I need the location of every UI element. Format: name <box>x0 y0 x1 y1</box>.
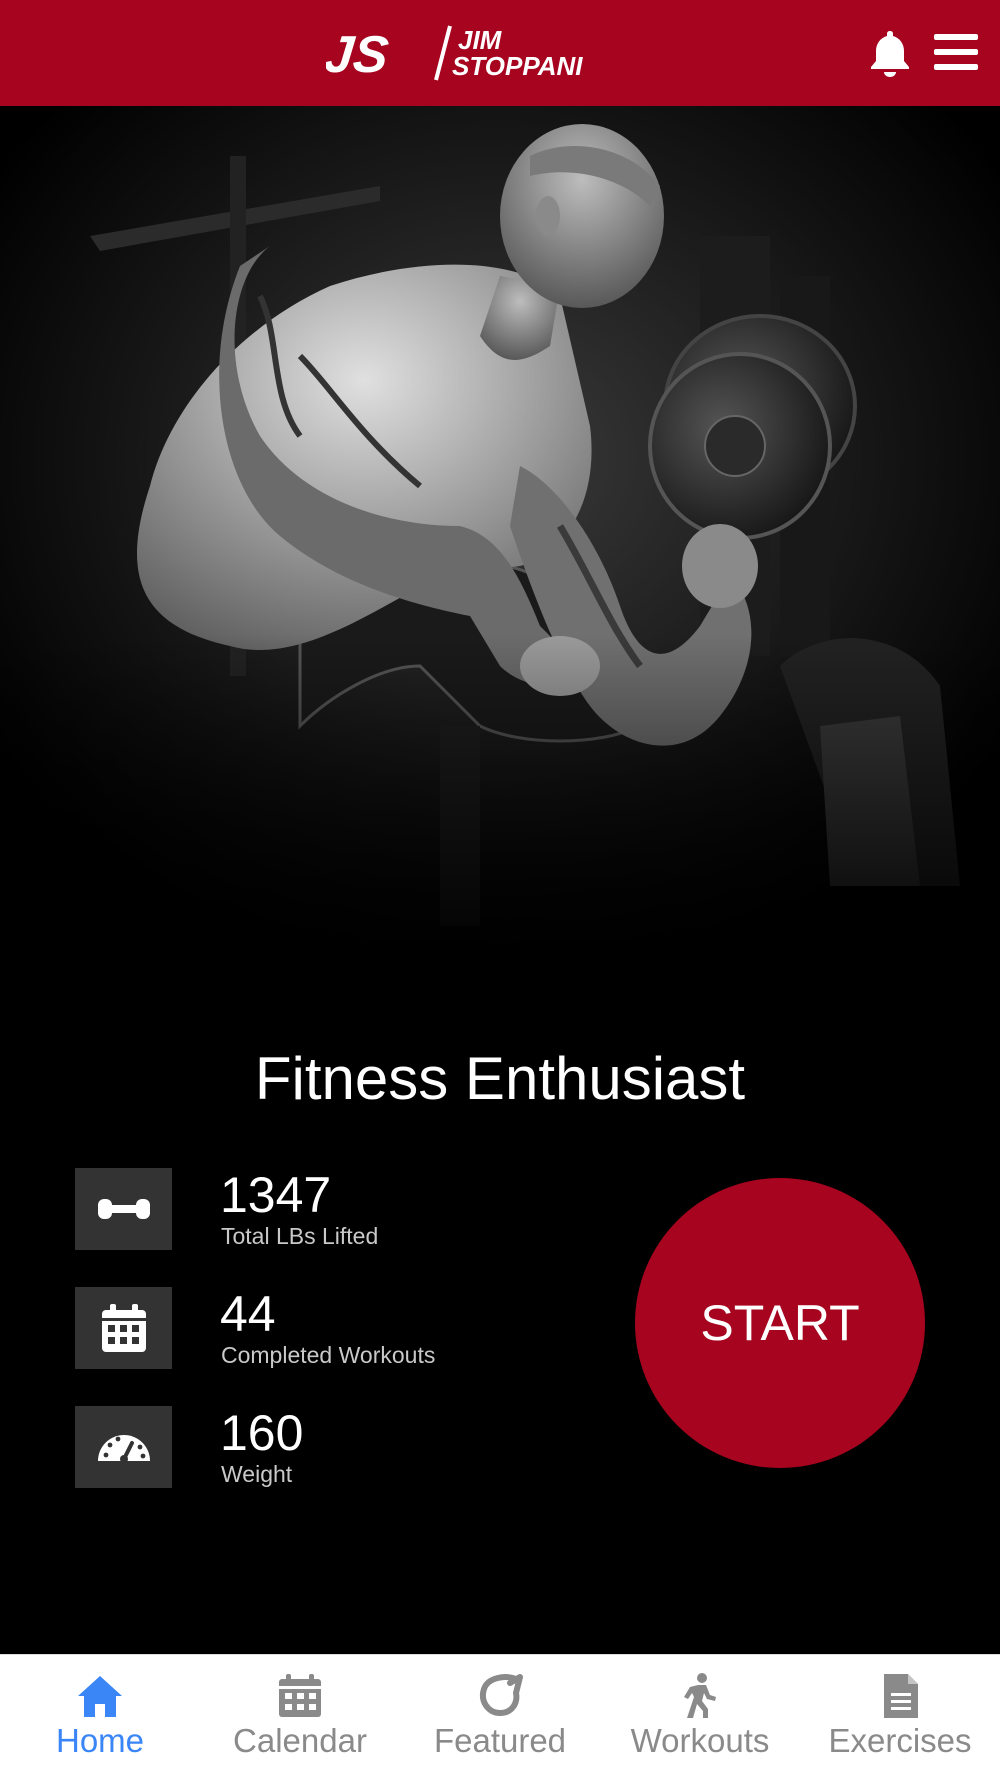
speedometer-icon <box>98 1435 150 1463</box>
nav-label: Home <box>55 1722 145 1759</box>
featured-icon <box>480 1674 523 1716</box>
stat-label: Total LBs Lifted <box>221 1223 379 1249</box>
calendar-icon <box>279 1674 321 1717</box>
stat-label: Weight <box>221 1461 293 1487</box>
start-workout-button[interactable]: START <box>635 1178 925 1468</box>
menu-bar <box>934 64 978 70</box>
dumbbell-icon <box>98 1199 150 1219</box>
menu-bar <box>934 49 978 55</box>
app-header: JS JIM STOPPANI <box>0 0 1000 106</box>
nav-item-featured[interactable]: Featured <box>400 1655 600 1778</box>
stat-value: 160 <box>220 1405 304 1461</box>
jim-stoppani-logo[interactable]: JS JIM STOPPANI <box>326 22 676 84</box>
nav-item-home[interactable]: Home <box>0 1655 200 1778</box>
nav-label: Featured <box>433 1722 567 1759</box>
stat-value: 44 <box>220 1286 276 1342</box>
stat-total-lbs: 1347 Total LBs Lifted <box>75 1168 555 1252</box>
nav-label: Exercises <box>828 1722 972 1759</box>
stat-value: 1347 <box>220 1167 332 1223</box>
stat-completed-workouts: 44 Completed Workouts <box>75 1287 555 1371</box>
hamburger-menu-icon[interactable] <box>934 34 978 74</box>
stat-icon-box <box>75 1287 172 1369</box>
bottom-nav: Home Calendar Featured Workouts Exercise… <box>0 1654 1000 1778</box>
stat-label: Completed Workouts <box>221 1342 436 1368</box>
menu-bar <box>934 34 978 40</box>
calendar-icon <box>102 1304 146 1352</box>
stat-weight: 160 Weight <box>75 1406 555 1490</box>
nav-item-calendar[interactable]: Calendar <box>200 1655 400 1778</box>
bell-icon[interactable] <box>866 28 914 78</box>
walking-icon <box>684 1673 716 1718</box>
home-icon <box>78 1676 122 1717</box>
stat-icon-box <box>75 1168 172 1250</box>
document-icon <box>884 1674 918 1718</box>
stat-icon-box <box>75 1406 172 1488</box>
app-screen: JS JIM STOPPANI Fitness Enthusiast 1347 … <box>0 0 1000 1778</box>
logo-initials: JS <box>326 26 391 84</box>
nav-label: Calendar <box>233 1722 367 1759</box>
profile-title: Fitness Enthusiast <box>254 1045 746 1112</box>
nav-label: Workouts <box>630 1722 770 1759</box>
nav-item-workouts[interactable]: Workouts <box>600 1655 800 1778</box>
logo-name-bottom: STOPPANI <box>452 51 583 81</box>
hero-image <box>0 106 1000 986</box>
nav-item-exercises[interactable]: Exercises <box>800 1655 1000 1778</box>
